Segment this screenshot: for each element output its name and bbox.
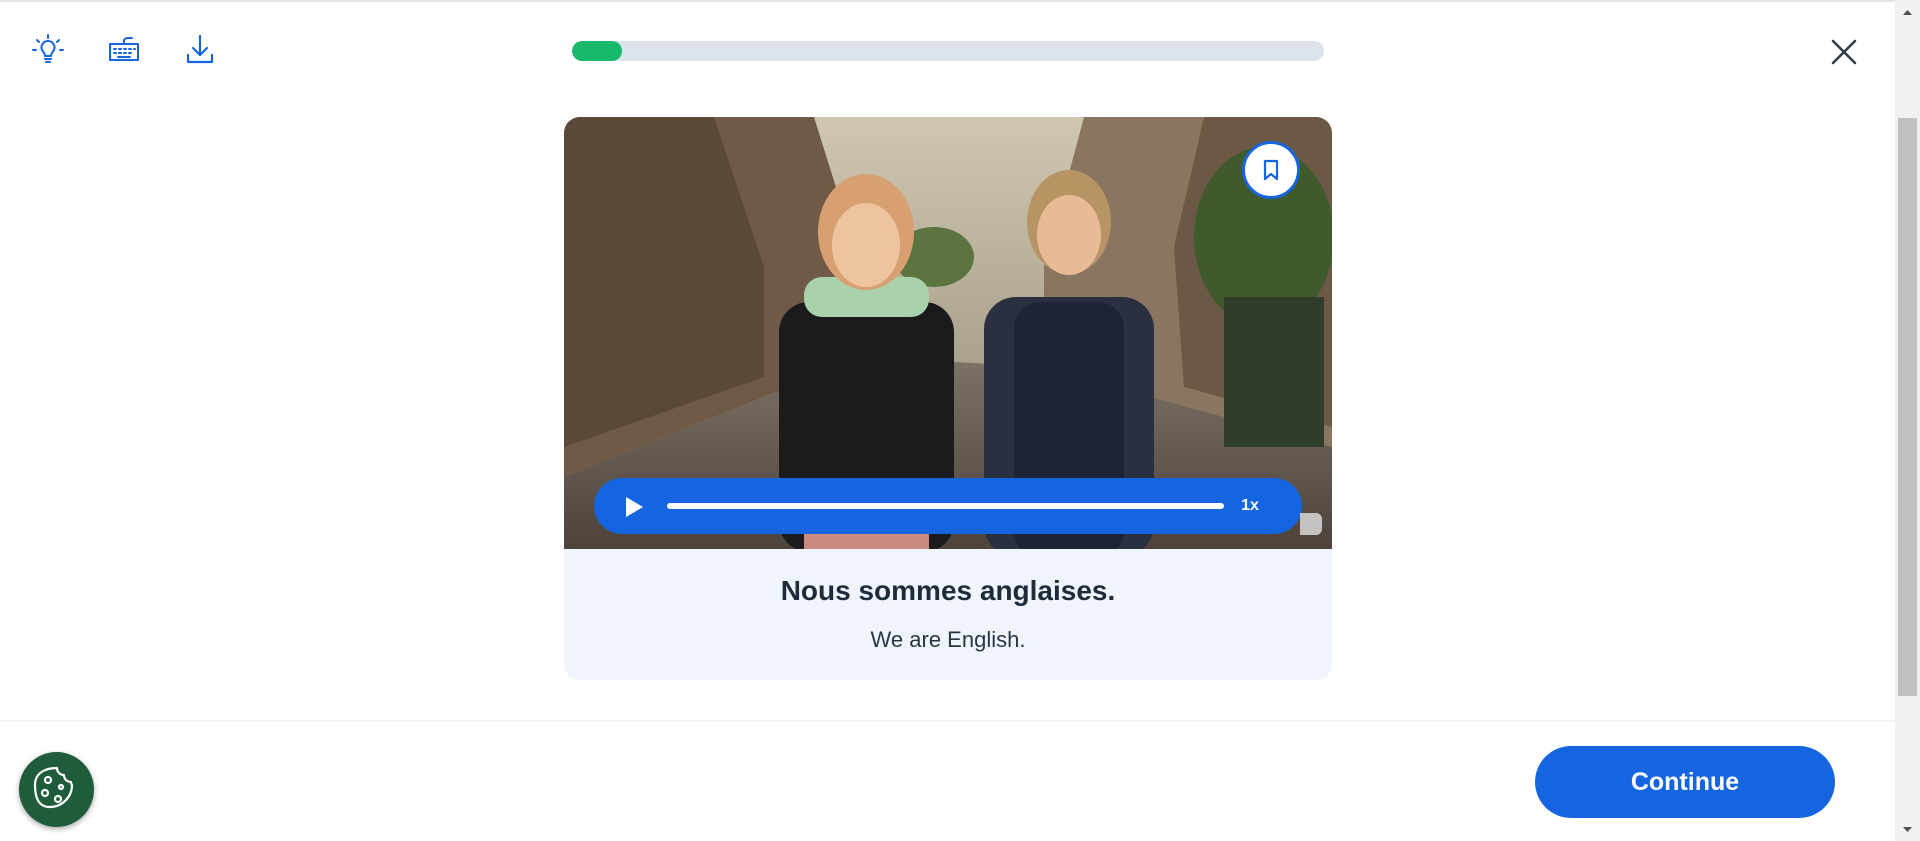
lesson-toolbar [28, 30, 220, 70]
scroll-up-arrow-icon[interactable] [1895, 4, 1920, 20]
scrollbar-thumb[interactable] [1898, 118, 1917, 696]
hint-button[interactable] [28, 30, 68, 70]
keyboard-icon [109, 37, 139, 61]
close-icon [1831, 39, 1857, 65]
lightbulb-icon [32, 34, 64, 63]
chat-bubble-icon [1300, 513, 1322, 535]
lesson-progress-fill [572, 41, 622, 61]
lesson-progress-bar [572, 41, 1324, 61]
download-icon [186, 34, 214, 64]
video-controls: 1x [594, 478, 1302, 534]
video-seek-bar[interactable] [667, 503, 1224, 509]
page-scrollbar[interactable] [1895, 0, 1920, 841]
phrase-translation: We are English. [870, 627, 1026, 652]
close-button[interactable] [1824, 32, 1864, 72]
continue-button[interactable]: Continue [1535, 746, 1835, 818]
scroll-down-arrow-icon[interactable] [1895, 822, 1920, 838]
footer-divider [0, 720, 1895, 722]
playback-speed-button[interactable]: 1x [1230, 493, 1270, 519]
download-button[interactable] [180, 30, 220, 70]
top-divider [0, 0, 1895, 2]
cookie-settings-button[interactable] [19, 752, 94, 827]
bookmark-icon [1263, 159, 1279, 181]
phrase-card: 1x Nous sommes anglaises. We are English… [564, 117, 1332, 680]
video-player[interactable]: 1x [564, 117, 1332, 549]
bookmark-button[interactable] [1242, 141, 1300, 199]
play-icon[interactable] [620, 494, 646, 520]
phrase-text: Nous sommes anglaises. [780, 575, 1116, 606]
cookie-icon [33, 766, 73, 808]
keyboard-button[interactable] [104, 30, 144, 70]
